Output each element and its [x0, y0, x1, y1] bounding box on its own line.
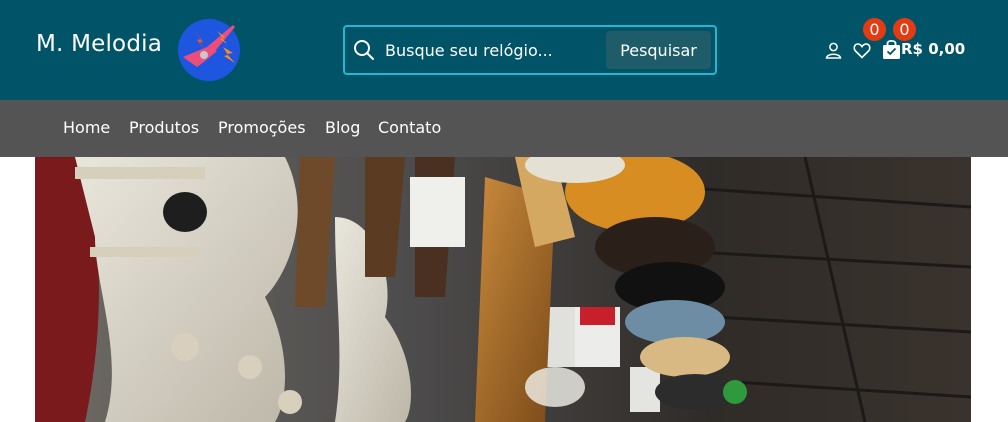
search-button[interactable]: Pesquisar: [606, 31, 711, 69]
nav-item-home[interactable]: Home: [63, 118, 110, 137]
search-icon[interactable]: [353, 39, 375, 61]
nav-item-contato[interactable]: Contato: [378, 118, 441, 137]
user-icon[interactable]: [825, 42, 842, 59]
main-navigation: Home Produtos Promoções Blog Contato: [0, 100, 1008, 157]
guitar-store-image: [35, 157, 971, 422]
search-bar: Pesquisar: [343, 25, 717, 75]
nav-item-promocoes[interactable]: Promoções: [218, 118, 306, 137]
electric-guitar-logo-icon[interactable]: [177, 17, 241, 81]
heart-icon[interactable]: [853, 42, 871, 59]
nav-item-blog[interactable]: Blog: [325, 118, 360, 137]
nav-item-produtos[interactable]: Produtos: [129, 118, 199, 137]
hero-banner-guitar-store: [35, 157, 971, 422]
brand-name[interactable]: M. Melodia: [36, 31, 162, 57]
shopping-bag-icon[interactable]: [882, 39, 901, 60]
cart-total[interactable]: R$ 0,00: [901, 40, 965, 58]
search-input[interactable]: [385, 38, 600, 62]
site-header: M. Melodia Pesquisar 0 0 R$ 0,00: [0, 0, 1008, 100]
cart-count-badge: 0: [893, 18, 916, 41]
wishlist-count-badge: 0: [863, 18, 886, 41]
